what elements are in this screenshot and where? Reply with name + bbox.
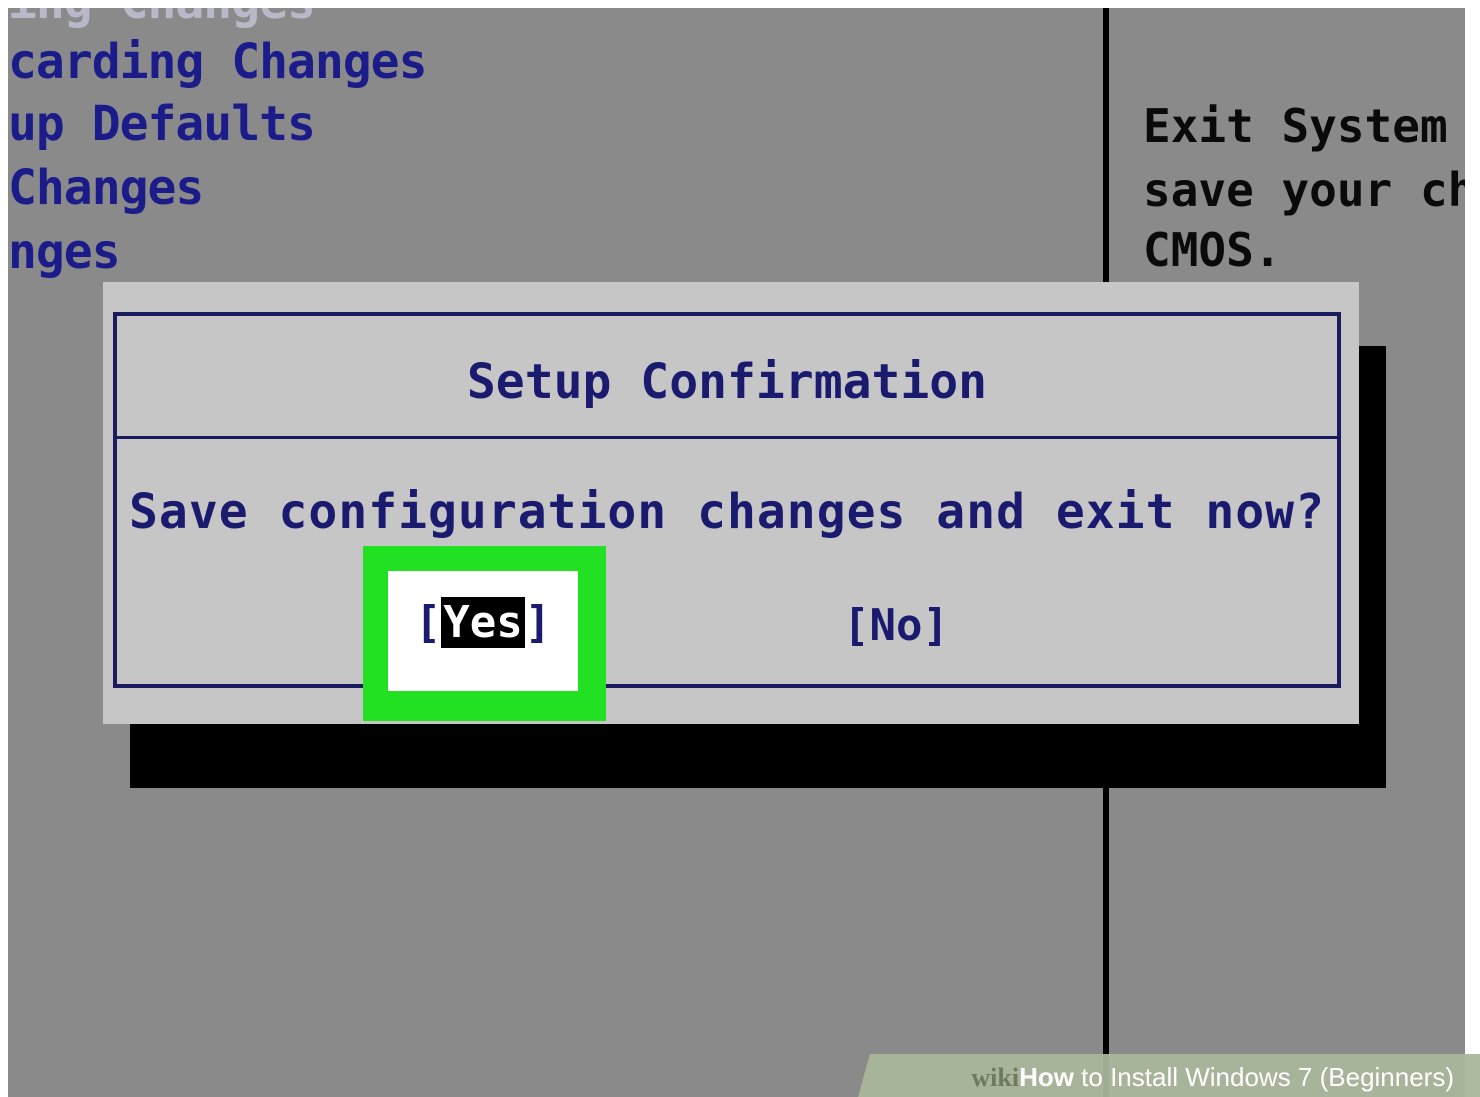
setup-confirmation-dialog: Setup Confirmation Save configuration ch…: [103, 282, 1359, 724]
dialog-title: Setup Confirmation: [466, 354, 988, 410]
yes-right-bracket: ]: [524, 597, 552, 648]
help-text-line-3: CMOS.: [1143, 223, 1282, 277]
dialog-question: Save configuration changes and exit now?: [129, 484, 1325, 540]
watermark-how: How: [1019, 1062, 1074, 1092]
wikihow-watermark: wikiHow to Install Windows 7 (Beginners): [971, 1062, 1454, 1093]
yes-label: Yes: [441, 597, 525, 648]
watermark-title: to Install Windows 7 (Beginners): [1073, 1062, 1454, 1092]
menu-item-save-changes[interactable]: Changes: [8, 158, 204, 218]
help-text-line-1: Exit System: [1143, 99, 1448, 153]
yes-left-bracket: [: [414, 597, 442, 648]
yes-highlight-box: [Yes]: [363, 546, 606, 721]
yes-button-area[interactable]: [Yes]: [388, 571, 578, 691]
dialog-frame: Setup Confirmation Save configuration ch…: [113, 312, 1341, 688]
bios-screen: ing Changes carding Changes up Defaults …: [8, 8, 1465, 1097]
menu-item-load-defaults[interactable]: up Defaults: [8, 94, 316, 154]
watermark-wiki: wiki: [971, 1063, 1020, 1092]
dialog-title-divider: [117, 436, 1337, 439]
no-button[interactable]: [No]: [843, 600, 949, 651]
menu-item-partial[interactable]: ing Changes: [8, 8, 316, 32]
menu-item-discard-changes[interactable]: carding Changes: [8, 32, 427, 92]
menu-item-changes[interactable]: nges: [8, 222, 121, 282]
yes-button[interactable]: [Yes]: [388, 597, 578, 648]
help-text-line-2: save your ch: [1143, 163, 1465, 217]
